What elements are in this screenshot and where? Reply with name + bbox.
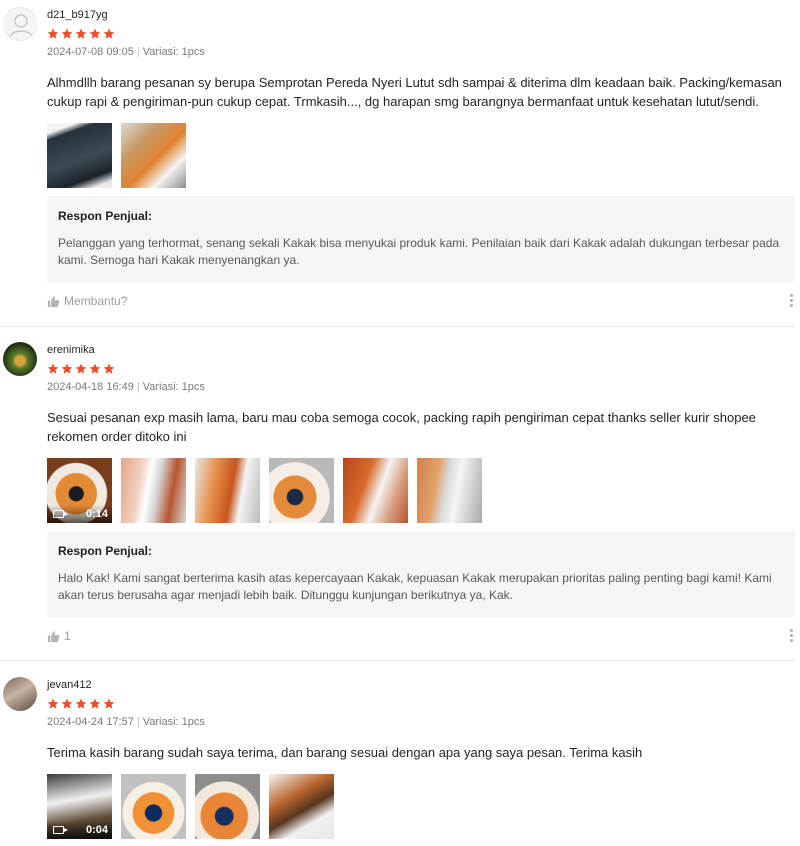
rating-stars: [47, 698, 115, 710]
star-icon: [103, 363, 115, 374]
helpful-label: Membantu?: [64, 294, 128, 308]
review-date: 2024-07-08 09:05: [47, 46, 134, 58]
review-item: d21_b917yg 2024-07-08 09:05 | Variasi: 1pc…: [0, 0, 800, 327]
rating-stars: [47, 28, 115, 40]
avatar[interactable]: [3, 342, 37, 376]
star-icon: [61, 28, 73, 39]
review-date: 2024-04-18 16:49: [47, 381, 134, 393]
review-photo[interactable]: [195, 458, 260, 523]
review-media: [47, 123, 186, 188]
star-icon: [103, 698, 115, 709]
seller-response: Respon Penjual: Halo Kak! Kami sangat be…: [47, 531, 795, 617]
reviewer-username[interactable]: jevan412: [47, 679, 92, 691]
review-photo[interactable]: [121, 123, 186, 188]
review-photo[interactable]: [121, 774, 186, 839]
star-icon: [89, 363, 101, 374]
rating-stars: [47, 363, 115, 375]
avatar[interactable]: [3, 677, 37, 711]
review-photo[interactable]: [121, 458, 186, 523]
more-options-icon[interactable]: [790, 294, 794, 307]
review-photo[interactable]: [269, 458, 334, 523]
star-icon: [47, 698, 59, 709]
avatar[interactable]: [3, 7, 37, 41]
review-item: jevan412 2024-04-24 17:57 | Variasi: 1pcs …: [0, 661, 800, 846]
review-comment: Sesuai pesanan exp masih lama, baru mau …: [47, 410, 756, 444]
more-options-icon[interactable]: [790, 629, 794, 642]
review-comment: Alhmdllh barang pesanan sy berupa Sempro…: [47, 75, 782, 109]
star-icon: [47, 363, 59, 374]
review-meta: 2024-04-18 16:49 | Variasi: 1pcs: [47, 381, 205, 393]
review-photo[interactable]: [195, 774, 260, 839]
review-date: 2024-04-24 17:57: [47, 716, 134, 728]
helpful-button[interactable]: Membantu?: [47, 294, 127, 308]
review-comment: Terima kasih barang sudah saya terima, d…: [47, 745, 643, 760]
video-camera-icon: [53, 826, 68, 834]
video-camera-icon: [53, 510, 68, 518]
review-photo[interactable]: [417, 458, 482, 523]
default-avatar-icon: [9, 14, 33, 38]
review-video[interactable]: 0:14: [47, 458, 112, 523]
seller-response-title: Respon Penjual:: [58, 209, 153, 223]
reviewer-username[interactable]: d21_b917yg: [47, 9, 108, 21]
review-variation: Variasi: 1pcs: [142, 46, 205, 58]
thumbs-up-icon: [47, 630, 60, 642]
video-duration: 0:04: [85, 824, 108, 836]
review-meta: 2024-07-08 09:05 | Variasi: 1pcs: [47, 46, 205, 58]
seller-response-text: Halo Kak! Kami sangat berterima kasih at…: [58, 571, 772, 602]
review-photo[interactable]: [47, 123, 112, 188]
review-photo[interactable]: [269, 774, 334, 839]
review-variation: Variasi: 1pcs: [142, 716, 205, 728]
reviewer-username[interactable]: erenimika: [47, 344, 95, 356]
star-icon: [103, 28, 115, 39]
star-icon: [61, 363, 73, 374]
star-icon: [61, 698, 73, 709]
seller-response-text: Pelanggan yang terhormat, senang sekali …: [58, 236, 780, 267]
star-icon: [89, 28, 101, 39]
review-media: 0:14: [47, 458, 482, 523]
review-photo[interactable]: [343, 458, 408, 523]
star-icon: [75, 363, 87, 374]
video-duration: 0:14: [85, 508, 108, 520]
review-variation: Variasi: 1pcs: [142, 381, 205, 393]
review-meta: 2024-04-24 17:57 | Variasi: 1pcs: [47, 716, 205, 728]
star-icon: [75, 698, 87, 709]
star-icon: [89, 698, 101, 709]
review-item: erenimika 2024-04-18 16:49 | Variasi: 1pcs…: [0, 327, 800, 661]
seller-response: Respon Penjual: Pelanggan yang terhormat…: [47, 196, 795, 282]
star-icon: [75, 28, 87, 39]
review-video[interactable]: 0:04: [47, 774, 112, 839]
seller-response-title: Respon Penjual:: [58, 544, 153, 558]
helpful-button[interactable]: 1: [47, 629, 71, 643]
star-icon: [47, 28, 59, 39]
thumbs-up-icon: [47, 295, 60, 307]
review-media: 0:04: [47, 774, 334, 839]
helpful-count: 1: [64, 629, 71, 643]
